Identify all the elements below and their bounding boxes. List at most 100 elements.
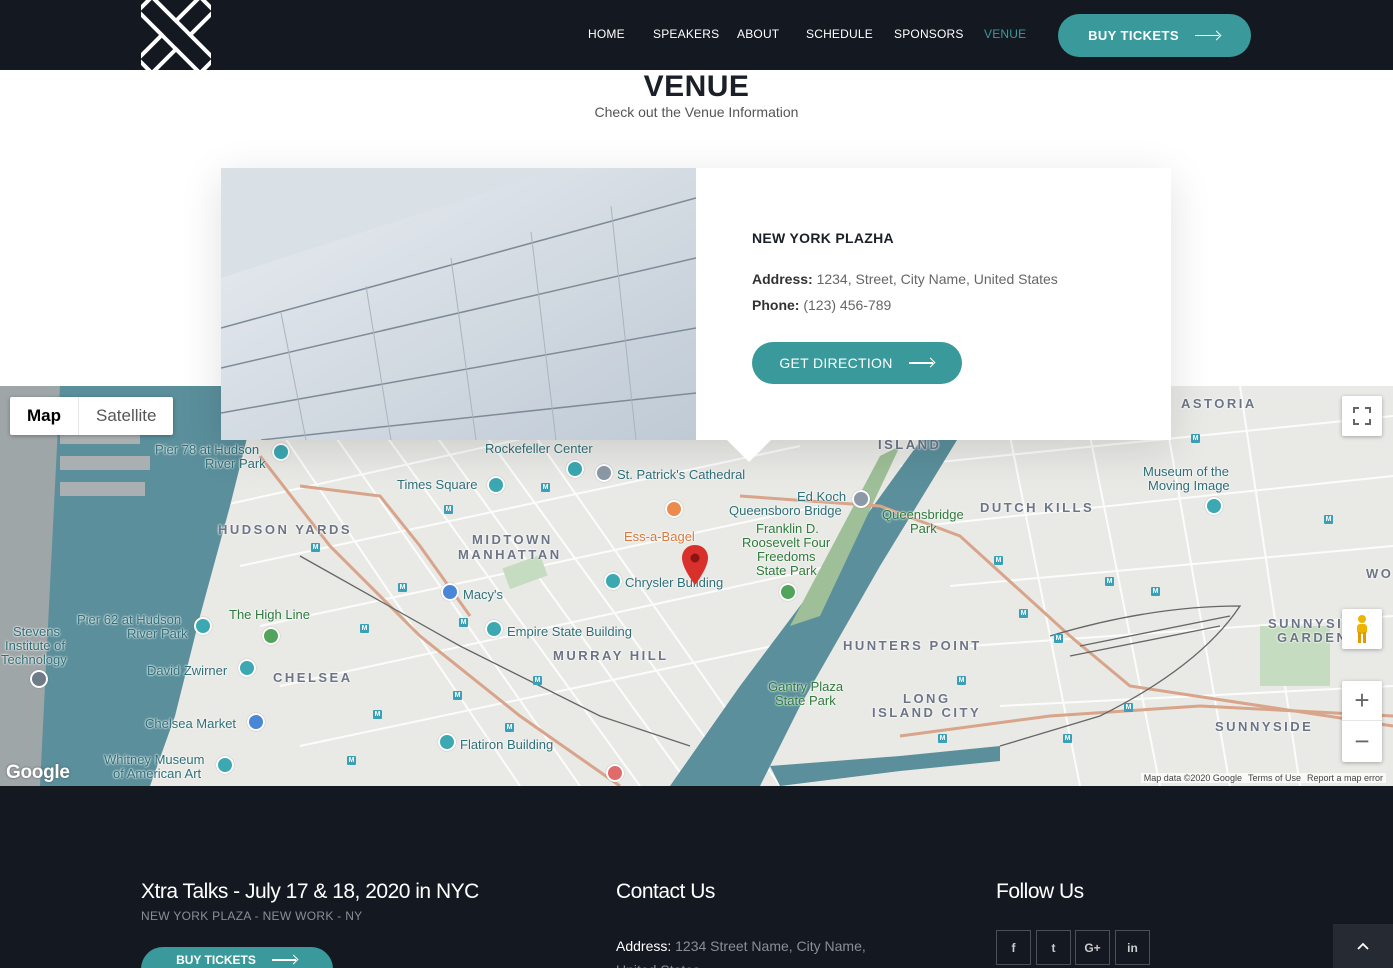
linkedin-icon[interactable]: in <box>1115 930 1150 965</box>
map-label: Queensbridge <box>882 507 964 522</box>
report-error-link[interactable]: Report a map error <box>1307 773 1383 783</box>
district-label: SUNNYSI <box>1268 616 1344 631</box>
map-label: Queensboro Bridge <box>729 503 842 518</box>
nav-about[interactable]: ABOUT <box>737 27 806 41</box>
museum-marker-icon[interactable] <box>216 756 234 774</box>
hospital-marker-icon[interactable] <box>606 764 624 782</box>
address-label: Address: <box>752 271 813 287</box>
museum-marker-icon[interactable] <box>1205 497 1223 515</box>
map-type-satellite-button[interactable]: Satellite <box>79 397 173 435</box>
subway-icon: M <box>311 543 320 552</box>
footer-buy-tickets-button[interactable]: BUY TICKETS <box>141 947 333 968</box>
subway-icon: M <box>453 691 462 700</box>
shopping-marker-icon[interactable] <box>441 583 459 601</box>
google-logo: Google <box>6 762 70 783</box>
district-label: ISLAND CITY <box>872 705 982 720</box>
nav-venue[interactable]: VENUE <box>984 27 1034 41</box>
subway-icon: M <box>1151 587 1160 596</box>
get-direction-button[interactable]: GET DIRECTION <box>752 342 962 384</box>
restaurant-marker-icon[interactable] <box>665 500 683 518</box>
phone-value: (123) 456-789 <box>803 297 892 313</box>
arrow-right-icon <box>1194 31 1221 41</box>
map-label: Pier 78 at Hudson <box>155 442 260 457</box>
attraction-marker-icon[interactable] <box>566 460 584 478</box>
attraction-marker-icon[interactable] <box>485 620 503 638</box>
map-label: Whitney Museum <box>104 752 205 767</box>
twitter-icon[interactable]: t <box>1036 930 1071 965</box>
map-type-toggle: Map Satellite <box>10 397 174 435</box>
google-map[interactable]: Pier 78 at Hudson River Park Rockefeller… <box>0 386 1393 786</box>
district-label: MANHATTAN <box>458 547 562 562</box>
subway-icon: M <box>1019 609 1028 618</box>
venue-address: Address: 1234, Street, City Name, United… <box>752 271 1058 287</box>
building-photo <box>221 168 696 440</box>
map-label: The High Line <box>229 607 310 622</box>
gallery-marker-icon[interactable] <box>238 659 256 677</box>
park-marker-icon[interactable] <box>262 627 280 645</box>
subway-icon: M <box>1105 577 1114 586</box>
facebook-icon[interactable]: f <box>996 930 1031 965</box>
map-type-map-button[interactable]: Map <box>10 397 79 435</box>
map-label: Macy's <box>463 587 504 602</box>
district-label: MURRAY HILL <box>553 648 669 663</box>
zoom-controls: + − <box>1342 681 1382 762</box>
subway-icon: M <box>541 483 550 492</box>
pegman-icon <box>1357 615 1367 643</box>
fullscreen-button[interactable] <box>1342 396 1382 436</box>
venue-building-image <box>221 168 696 440</box>
attraction-marker-icon[interactable] <box>438 733 456 751</box>
back-to-top-button[interactable] <box>1333 924 1393 968</box>
attraction-marker-icon[interactable] <box>604 572 622 590</box>
map-label: Institute of <box>5 638 65 653</box>
map-label: Museum of the <box>1143 464 1229 479</box>
zoom-in-button[interactable]: + <box>1342 681 1382 721</box>
footer-event-subtitle: NEW YORK PLAZA - NEW WORK - NY <box>141 909 363 923</box>
venue-card: NEW YORK PLAZHA Address: 1234, Street, C… <box>221 168 1171 462</box>
map-label: of American Art <box>113 766 202 781</box>
venue-location-pin-icon[interactable] <box>682 545 708 585</box>
map-label: Rockefeller Center <box>485 441 593 456</box>
google-plus-icon[interactable]: G+ <box>1075 930 1110 965</box>
district-label: MIDTOWN <box>472 532 553 547</box>
get-direction-label: GET DIRECTION <box>779 355 893 371</box>
park-marker-icon[interactable] <box>194 617 212 635</box>
subway-icon: M <box>398 583 407 592</box>
map-label: Chrysler Building <box>625 575 724 590</box>
map-label: Chelsea Market <box>145 716 237 731</box>
subway-icon: M <box>994 556 1003 565</box>
buy-tickets-button[interactable]: BUY TICKETS <box>1058 14 1251 57</box>
nav-schedule[interactable]: SCHEDULE <box>806 27 894 41</box>
terms-of-use-link[interactable]: Terms of Use <box>1248 773 1301 783</box>
subway-icon: M <box>1324 515 1333 524</box>
district-label: GARDEN <box>1277 630 1349 645</box>
street-view-button[interactable] <box>1342 609 1382 649</box>
subway-icon: M <box>373 710 382 719</box>
map-label: River Park <box>205 456 266 471</box>
map-label: Park <box>910 521 937 536</box>
nav-speakers[interactable]: SPEAKERS <box>653 27 737 41</box>
church-marker-icon[interactable] <box>595 464 613 482</box>
address-value: 1234, Street, City Name, United States <box>816 271 1058 287</box>
bridge-marker-icon[interactable] <box>852 490 870 508</box>
subway-icon: M <box>505 723 514 732</box>
attraction-marker-icon[interactable] <box>487 476 505 494</box>
nav-sponsors[interactable]: SPONSORS <box>894 27 984 41</box>
map-label: Stevens <box>13 624 60 639</box>
district-label: ASTORIA <box>1181 396 1257 411</box>
park-marker-icon[interactable] <box>272 443 290 461</box>
site-logo[interactable] <box>134 0 218 77</box>
subway-icon: M <box>459 618 468 627</box>
district-label: SUNNYSIDE <box>1215 719 1314 734</box>
school-marker-icon[interactable] <box>30 670 48 688</box>
top-navbar: HOME SPEAKERS ABOUT SCHEDULE SPONSORS VE… <box>0 0 1393 77</box>
map-label: Ed Koch <box>797 489 847 504</box>
map-label: St. Patrick's Cathedral <box>617 467 746 482</box>
zoom-out-button[interactable]: − <box>1342 721 1382 761</box>
map-label: State Park <box>775 693 836 708</box>
shopping-marker-icon[interactable] <box>247 713 265 731</box>
park-marker-icon[interactable] <box>779 583 797 601</box>
map-label: Times Square <box>397 477 478 492</box>
map-label: Franklin D. <box>756 521 819 536</box>
nav-home[interactable]: HOME <box>588 27 653 41</box>
map-label: Pier 62 at Hudson <box>77 612 182 627</box>
